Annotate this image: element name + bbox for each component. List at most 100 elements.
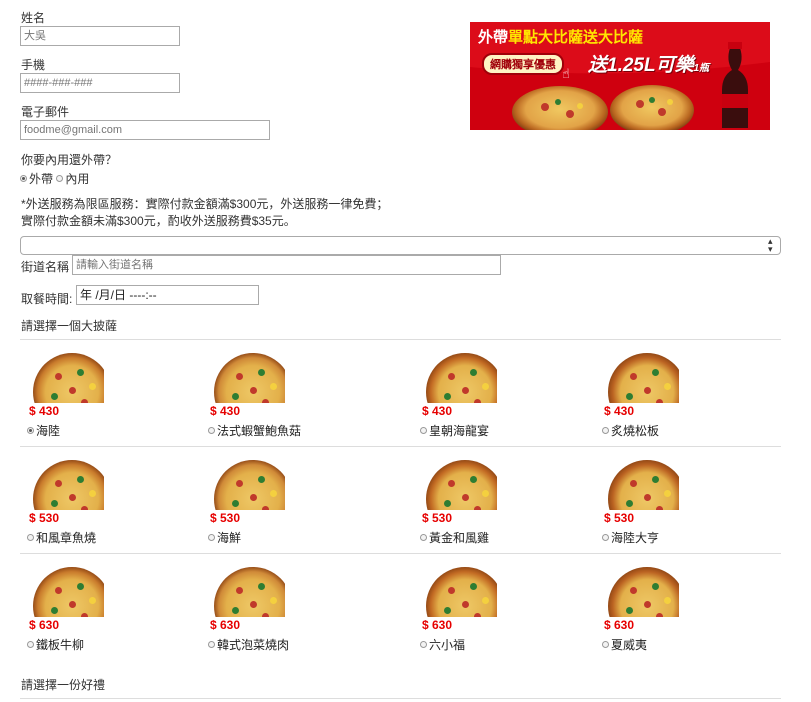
pizza-image (602, 561, 679, 617)
divider (20, 446, 781, 447)
name-input[interactable] (20, 26, 180, 46)
pizza-option[interactable]: $ 530 和風章魚燒 (21, 454, 201, 554)
topping (250, 494, 257, 501)
radio-icon[interactable] (602, 641, 609, 649)
topping (448, 373, 455, 380)
pizza-radio[interactable]: 皇朝海龍宴 (420, 422, 489, 439)
dinein-radio-icon[interactable] (56, 175, 64, 183)
dinein-radio[interactable]: 內用 (56, 172, 89, 186)
dine-options: 外帶 內用 (20, 170, 89, 187)
radio-icon[interactable] (420, 641, 427, 649)
topping (448, 587, 455, 594)
pizza-image (208, 561, 285, 617)
topping (470, 476, 477, 483)
topping (232, 607, 239, 614)
pizza-radio[interactable]: 六小福 (420, 636, 465, 653)
pizza-image (420, 347, 497, 403)
dine-question: 你要內用還外帶？ (21, 153, 118, 167)
pizza-radio[interactable]: 炙燒松板 (602, 422, 659, 439)
takeout-radio-icon[interactable] (20, 175, 27, 183)
pizza-option[interactable]: $ 430 海陸 (21, 347, 201, 447)
pizza-radio[interactable]: 鐵板牛柳 (27, 636, 84, 653)
pizza-graphic (608, 353, 679, 403)
topping (482, 383, 489, 390)
pizza-option[interactable]: $ 430 法式蝦蟹鮑魚菇 (202, 347, 382, 447)
ad-badge: 網購獨享優惠 (482, 53, 564, 75)
pizza-name: 夏威夷 (611, 638, 648, 652)
radio-icon[interactable] (27, 534, 34, 542)
topping (664, 383, 671, 390)
name-label: 姓名 (21, 11, 46, 25)
topping (444, 500, 451, 507)
pointer-hand-icon: ☝ (562, 66, 570, 81)
pizza-price: $ 630 (422, 618, 453, 632)
pizza-price: $ 630 (604, 618, 635, 632)
topping (656, 399, 663, 403)
topping (89, 490, 96, 497)
street-input[interactable] (72, 255, 501, 275)
radio-icon[interactable] (27, 641, 34, 649)
divider (20, 553, 781, 554)
ad-takeout-text: 外帶 (478, 29, 509, 46)
topping (81, 613, 88, 617)
radio-icon[interactable] (208, 534, 215, 542)
dinein-label: 內用 (65, 172, 90, 186)
pizza-price: $ 430 (29, 404, 60, 418)
topping (656, 506, 663, 510)
pizza-graphic (608, 460, 679, 510)
pizza-option[interactable]: $ 630 鐵板牛柳 (21, 561, 201, 661)
topping (77, 583, 84, 590)
pizza-price: $ 530 (210, 511, 241, 525)
pizza-radio[interactable]: 韓式泡菜燒肉 (208, 636, 289, 653)
pizza-option[interactable]: $ 530 海陸大亨 (596, 454, 776, 554)
radio-icon[interactable] (420, 534, 427, 542)
ad-offer: 送1.25L可樂1瓶 (588, 50, 709, 77)
pizza-name: 海鮮 (217, 531, 242, 545)
pizza-option[interactable]: $ 630 夏威夷 (596, 561, 776, 661)
topping (470, 369, 477, 376)
pizza-graphic (33, 567, 104, 617)
takeout-radio[interactable]: 外帶 (20, 172, 53, 186)
topping (474, 506, 481, 510)
pizza-radio[interactable]: 海陸 (27, 422, 60, 439)
radio-icon[interactable] (208, 427, 215, 435)
pizza-image (27, 454, 104, 510)
pizza-price: $ 530 (604, 511, 635, 525)
pizza-option[interactable]: $ 430 炙燒松板 (596, 347, 776, 447)
topping (470, 583, 477, 590)
topping (69, 387, 76, 394)
pizza-name: 鐵板牛柳 (36, 638, 85, 652)
pizza-option[interactable]: $ 530 海鮮 (202, 454, 382, 554)
pizza-name: 海陸 (36, 424, 61, 438)
pizza-radio[interactable]: 夏威夷 (602, 636, 647, 653)
topping (51, 393, 58, 400)
pizza-radio[interactable]: 海陸大亨 (602, 529, 659, 546)
topping (55, 480, 62, 487)
pizza-option[interactable]: $ 630 六小福 (414, 561, 594, 661)
radio-icon[interactable] (27, 427, 34, 435)
pizza-image (208, 347, 285, 403)
pizza-graphic (214, 353, 285, 403)
email-input[interactable] (20, 120, 270, 140)
radio-icon[interactable] (208, 641, 215, 649)
pizza-option[interactable]: $ 530 黃金和風雞 (414, 454, 594, 554)
pizza-radio[interactable]: 法式蝦蟹鮑魚菇 (208, 422, 301, 439)
pizza-radio[interactable]: 海鮮 (208, 529, 241, 546)
pizza-option[interactable]: $ 630 韓式泡菜燒肉 (202, 561, 382, 661)
pizza-option[interactable]: $ 430 皇朝海龍宴 (414, 347, 594, 447)
topping (664, 490, 671, 497)
delivery-notice-line2: 實際付款金額未滿$300元，酌收外送服務費$35元。 (21, 214, 296, 228)
phone-input[interactable] (20, 73, 180, 93)
topping (444, 393, 451, 400)
pizza-radio[interactable]: 和風章魚燒 (27, 529, 96, 546)
radio-icon[interactable] (602, 427, 609, 435)
radio-icon[interactable] (420, 427, 427, 435)
area-select[interactable] (20, 236, 781, 255)
pickup-datetime-input[interactable]: 年 /月/日 ----:-- (76, 285, 259, 305)
promo-banner[interactable]: 外帶單點大比薩送大比薩 網購獨享優惠 ☝ 送1.25L可樂1瓶 (470, 22, 770, 130)
pizza-radio[interactable]: 黃金和風雞 (420, 529, 489, 546)
radio-icon[interactable] (602, 534, 609, 542)
pizza-image (420, 561, 497, 617)
pizza-price: $ 530 (422, 511, 453, 525)
pizza-graphic (426, 567, 497, 617)
